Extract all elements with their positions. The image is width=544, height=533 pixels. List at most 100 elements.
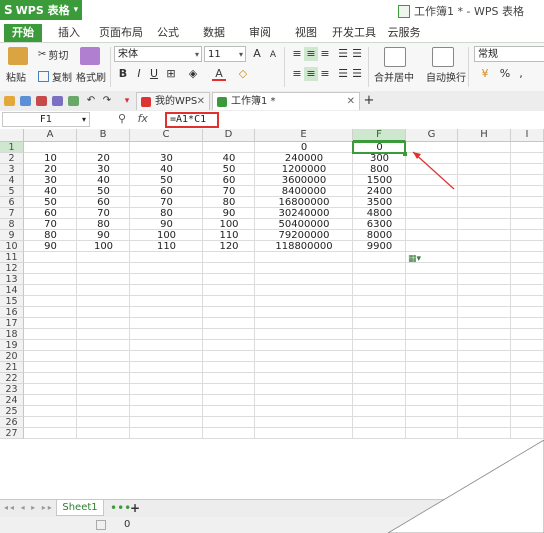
preview-icon[interactable]: [68, 96, 79, 106]
align-right-icon[interactable]: ≡: [318, 67, 332, 81]
underline-button[interactable]: U: [147, 67, 161, 81]
cell-a4[interactable]: 30: [24, 175, 77, 186]
row-header-13[interactable]: 13: [0, 274, 24, 285]
cell-b2[interactable]: 20: [77, 153, 130, 164]
fill-handle[interactable]: [403, 152, 407, 156]
row-header-9[interactable]: 9: [0, 230, 24, 241]
column-header-a[interactable]: A: [24, 129, 77, 142]
formula-input[interactable]: =A1*C1: [165, 112, 219, 128]
cell-e1[interactable]: 0: [255, 142, 353, 153]
row-header-16[interactable]: 16: [0, 307, 24, 318]
format-painter-icon[interactable]: [80, 47, 100, 65]
merge-center-label[interactable]: 合并居中: [374, 69, 414, 84]
highlight-icon[interactable]: ◇: [236, 67, 250, 81]
paste-icon[interactable]: [8, 47, 28, 65]
cell-a5[interactable]: 40: [24, 186, 77, 197]
cell-d4[interactable]: 60: [203, 175, 255, 186]
row-header-2[interactable]: 2: [0, 153, 24, 164]
cell-a9[interactable]: 80: [24, 230, 77, 241]
number-format-select[interactable]: 常规: [474, 46, 544, 62]
cell-c7[interactable]: 80: [130, 208, 203, 219]
indent-icon[interactable]: ☰: [336, 47, 350, 61]
cell-e5[interactable]: 8400000: [255, 186, 353, 197]
cell-e2[interactable]: 240000: [255, 153, 353, 164]
font-size-select[interactable]: 11 ▾: [204, 46, 246, 62]
new-tab-plus-icon[interactable]: +: [362, 94, 376, 108]
cell-c1[interactable]: [130, 142, 203, 153]
tab-page-layout[interactable]: 页面布局: [96, 24, 146, 42]
row-header-14[interactable]: 14: [0, 285, 24, 296]
row-header-23[interactable]: 23: [0, 384, 24, 395]
cell-f3[interactable]: 800: [353, 164, 406, 175]
cell-f4[interactable]: 1500: [353, 175, 406, 186]
cell-a7[interactable]: 60: [24, 208, 77, 219]
cell-f7[interactable]: 4800: [353, 208, 406, 219]
cell-d9[interactable]: 110: [203, 230, 255, 241]
add-sheet-button[interactable]: +: [130, 501, 140, 515]
column-header-c[interactable]: C: [130, 129, 203, 142]
cell-a8[interactable]: 70: [24, 219, 77, 230]
insert-function-button[interactable]: fx: [138, 112, 148, 125]
border-icon[interactable]: ⊞: [164, 67, 178, 81]
row-header-25[interactable]: 25: [0, 406, 24, 417]
cell-b8[interactable]: 80: [77, 219, 130, 230]
align-top-icon[interactable]: ≡: [290, 47, 304, 61]
cell-d10[interactable]: 120: [203, 241, 255, 252]
tab-review[interactable]: 审阅: [244, 24, 276, 42]
save-icon[interactable]: [20, 96, 31, 106]
row-header-1[interactable]: 1: [0, 142, 24, 153]
cell-d2[interactable]: 40: [203, 153, 255, 164]
name-box[interactable]: F1 ▾: [2, 112, 90, 127]
customize-icon[interactable]: ▾: [120, 94, 134, 108]
font-color-button[interactable]: A: [212, 67, 226, 81]
sheet-tab-sheet1[interactable]: Sheet1: [56, 500, 104, 516]
row-header-17[interactable]: 17: [0, 318, 24, 329]
format-painter-label[interactable]: 格式刷: [76, 69, 106, 84]
row-header-8[interactable]: 8: [0, 219, 24, 230]
wrap-text-label[interactable]: 自动换行: [426, 69, 466, 84]
tab-view[interactable]: 视图: [290, 24, 322, 42]
tab-data[interactable]: 数据: [198, 24, 230, 42]
column-header-h[interactable]: H: [458, 129, 511, 142]
cell-c3[interactable]: 40: [130, 164, 203, 175]
doc-tab-my-wps[interactable]: 我的WPS ✕: [136, 92, 210, 110]
cell-f5[interactable]: 2400: [353, 186, 406, 197]
row-header-18[interactable]: 18: [0, 329, 24, 340]
align-bottom-icon[interactable]: ≡: [318, 47, 332, 61]
export-pdf-icon[interactable]: [36, 96, 47, 106]
percent-button[interactable]: %: [498, 67, 512, 81]
close-icon[interactable]: ✕: [197, 93, 205, 111]
cell-d1[interactable]: [203, 142, 255, 153]
undo-icon[interactable]: ↶: [84, 94, 98, 108]
cell-c9[interactable]: 100: [130, 230, 203, 241]
merge-center-icon[interactable]: [384, 47, 406, 67]
row-header-26[interactable]: 26: [0, 417, 24, 428]
paste-button-label[interactable]: 粘贴: [6, 69, 26, 84]
cell-d5[interactable]: 70: [203, 186, 255, 197]
cell-b7[interactable]: 70: [77, 208, 130, 219]
italic-button[interactable]: I: [132, 67, 146, 81]
row-header-19[interactable]: 19: [0, 340, 24, 351]
font-name-select[interactable]: 宋体 ▾: [114, 46, 202, 62]
currency-icon[interactable]: ¥: [478, 67, 492, 81]
fill-color-icon[interactable]: ◈: [186, 67, 200, 81]
paste-options-icon[interactable]: ▦▾: [408, 254, 430, 265]
row-header-5[interactable]: 5: [0, 186, 24, 197]
align-left-icon[interactable]: ≡: [290, 67, 304, 81]
cell-c6[interactable]: 70: [130, 197, 203, 208]
cell-e10[interactable]: 118800000: [255, 241, 353, 252]
cell-e6[interactable]: 16800000: [255, 197, 353, 208]
tab-home[interactable]: 开始: [4, 24, 42, 42]
cell-b3[interactable]: 30: [77, 164, 130, 175]
cell-e4[interactable]: 3600000: [255, 175, 353, 186]
search-icon[interactable]: ⚲: [118, 112, 126, 125]
cell-a3[interactable]: 20: [24, 164, 77, 175]
column-header-g[interactable]: G: [406, 129, 458, 142]
cell-e3[interactable]: 1200000: [255, 164, 353, 175]
cell-d7[interactable]: 90: [203, 208, 255, 219]
tab-developer[interactable]: 开发工具: [332, 24, 376, 42]
cell-b1[interactable]: [77, 142, 130, 153]
print-icon[interactable]: [52, 96, 63, 106]
row-header-6[interactable]: 6: [0, 197, 24, 208]
row-header-24[interactable]: 24: [0, 395, 24, 406]
